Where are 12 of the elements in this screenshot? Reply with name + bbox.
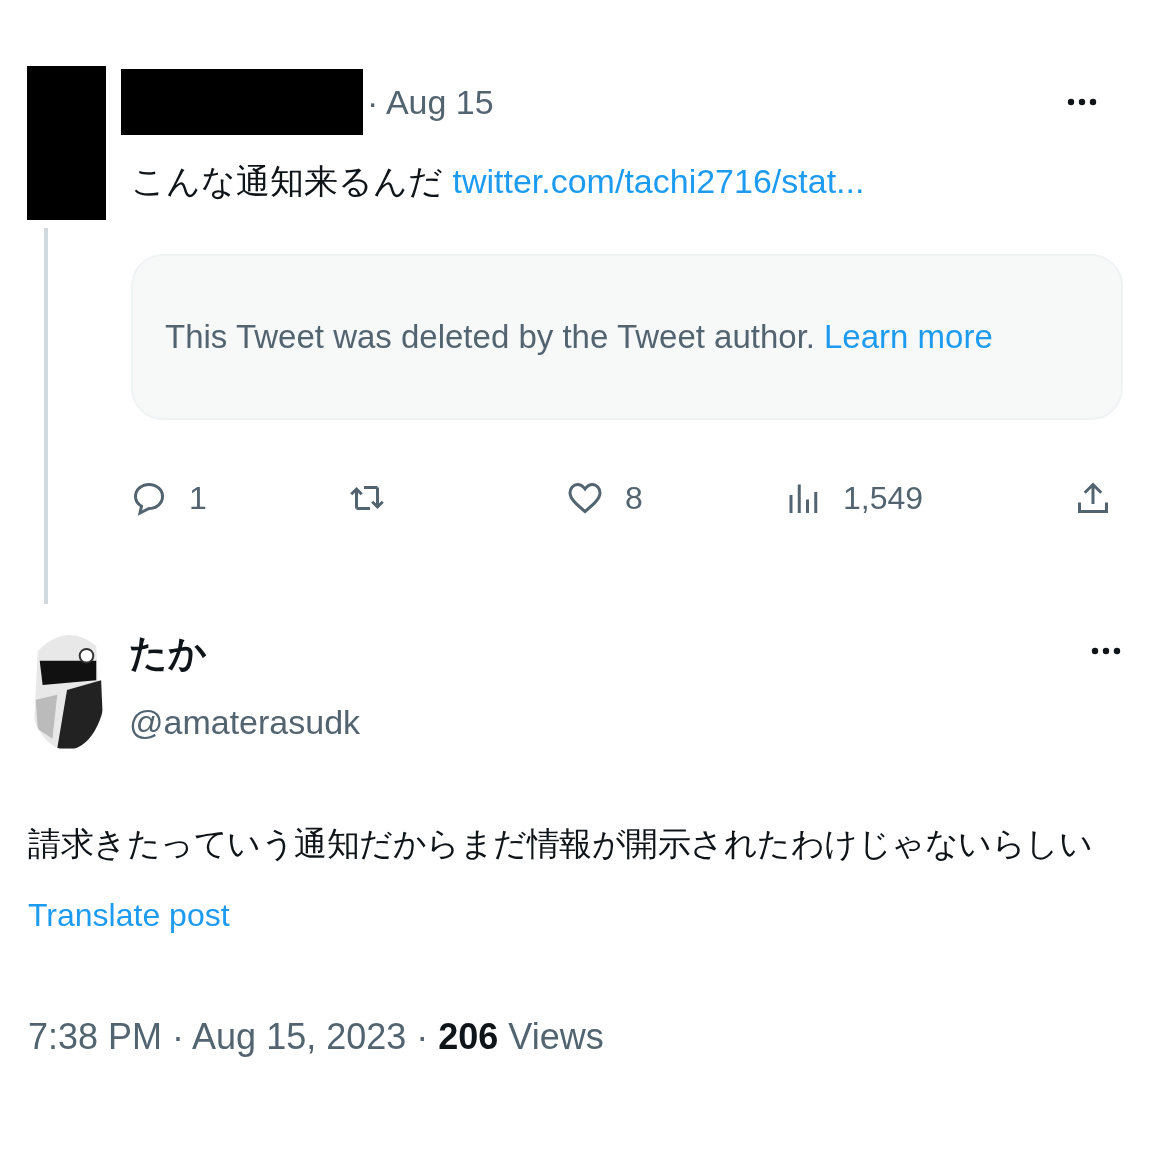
more-icon[interactable]	[1091, 647, 1121, 655]
action-count: 1,549	[843, 479, 924, 517]
tweet-text: 請求きたっていう通知だからまだ情報が開示されたわけじゃないらしい	[28, 824, 1093, 864]
tweet-meta: 7:38 PM · Aug 15, 2023 · 206 Views	[28, 1016, 605, 1058]
user-name[interactable]: たか	[129, 628, 361, 679]
tweet-text: こんな通知来るんだ twitter.com/tachi2716/stat...	[131, 161, 866, 202]
user-handle[interactable]: @amaterasudk	[129, 703, 361, 742]
deleted-notice: This Tweet was deleted by the Tweet author.	[165, 318, 815, 356]
action-count: 1	[189, 479, 207, 517]
more-icon[interactable]	[1067, 98, 1097, 106]
tweet-date[interactable]: · Aug 15	[367, 82, 494, 122]
action-count: 8	[625, 479, 643, 517]
